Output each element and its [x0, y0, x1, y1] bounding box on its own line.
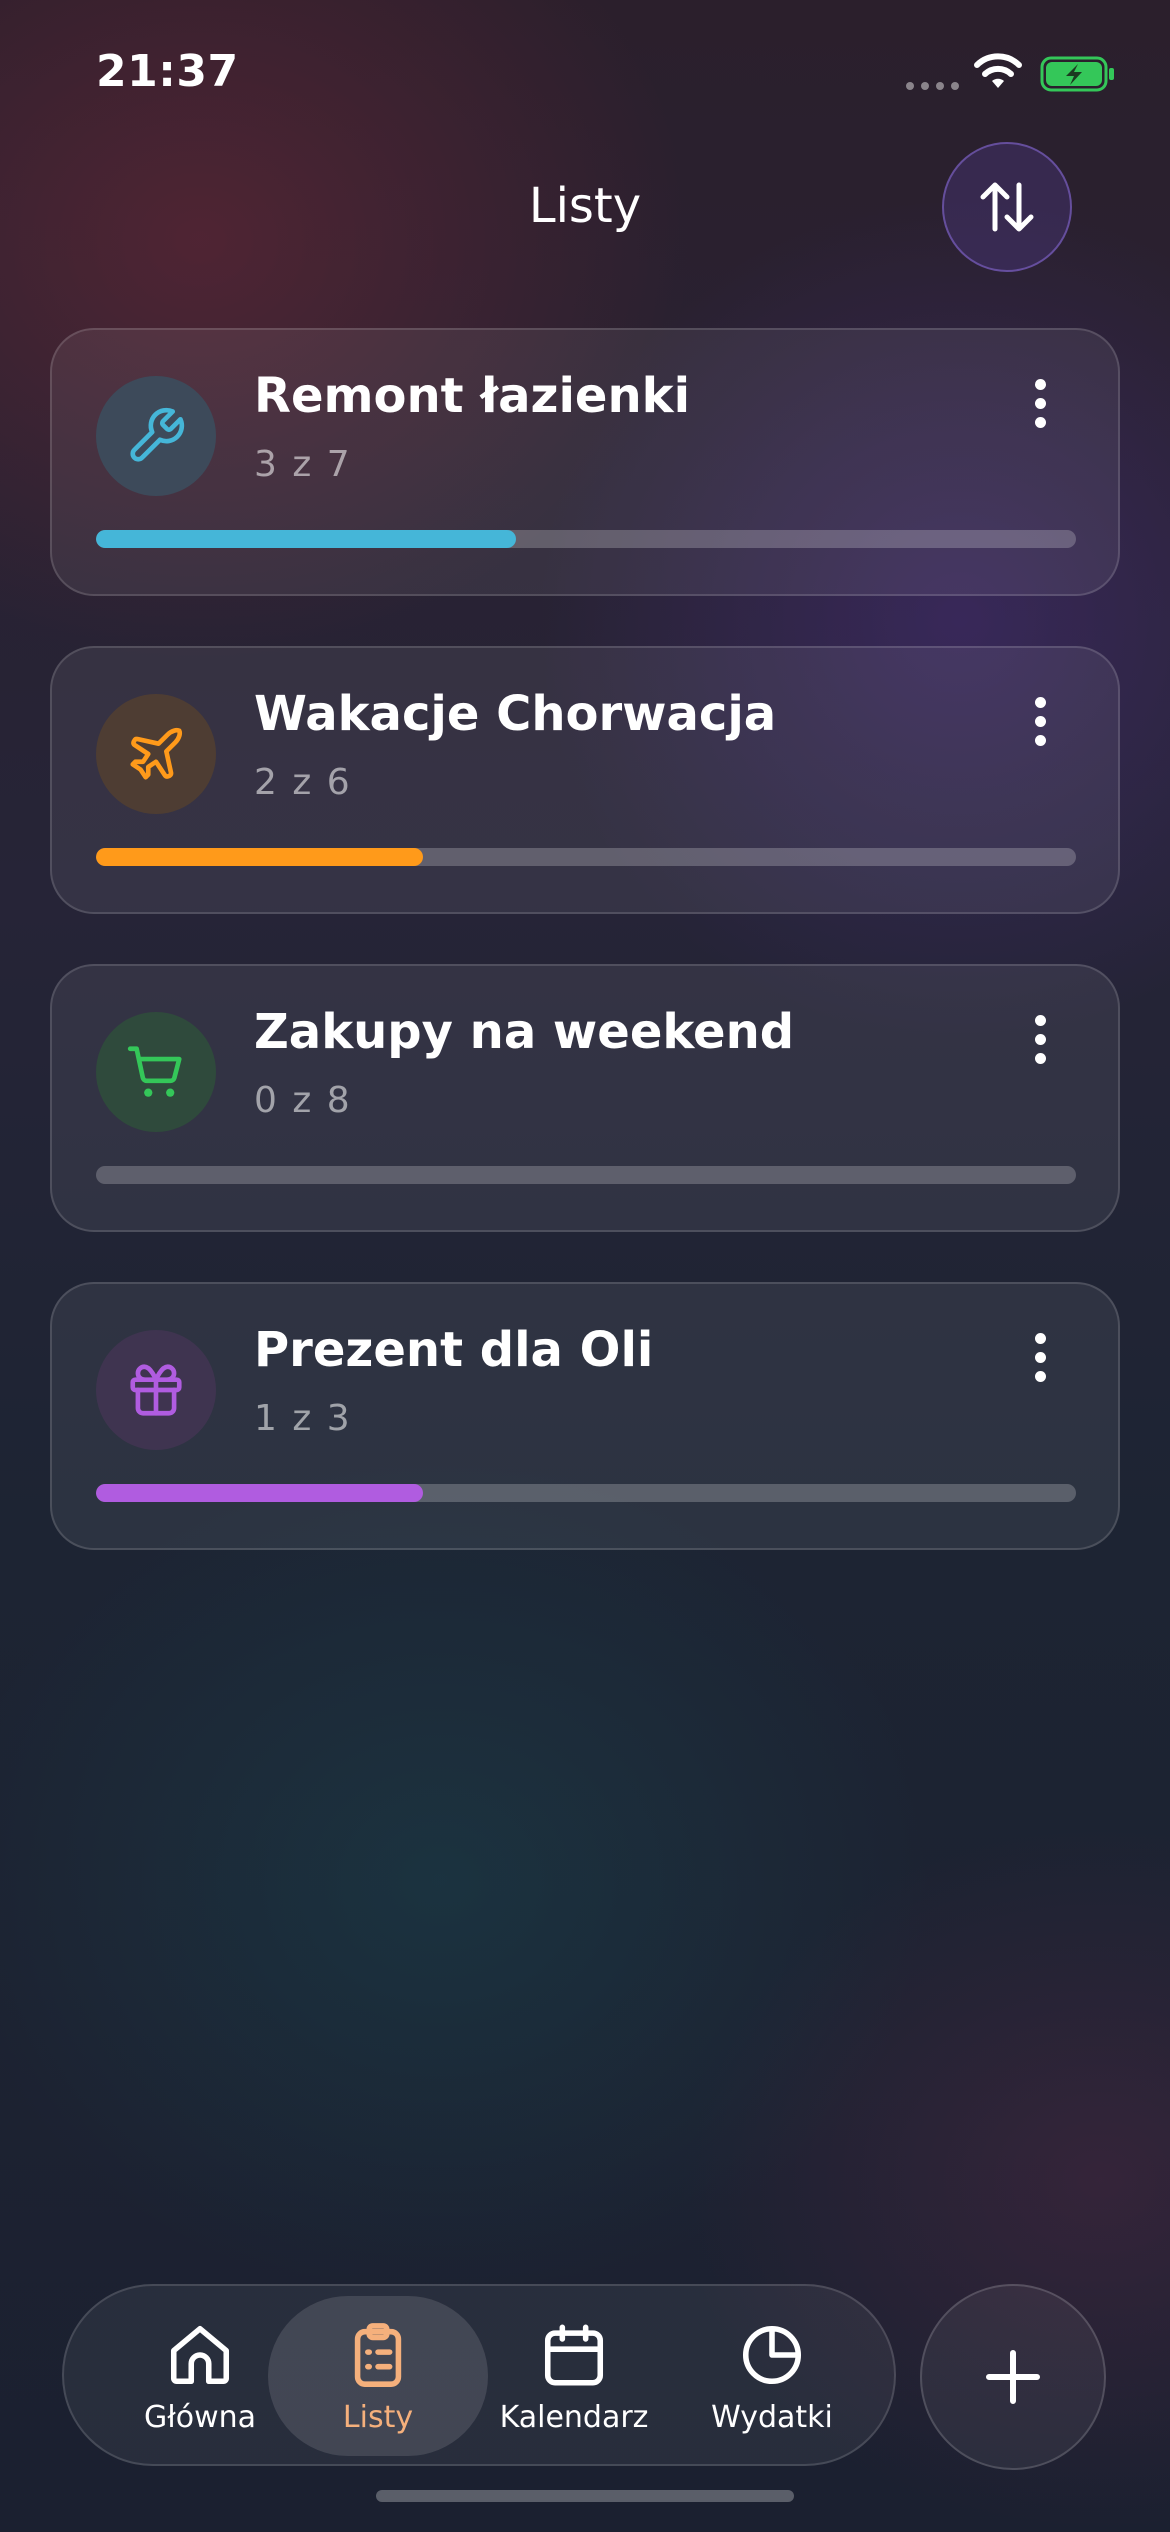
more-options-icon[interactable]	[1012, 1322, 1068, 1392]
list-icon-badge	[96, 376, 216, 496]
calendar-icon	[544, 2324, 604, 2386]
list-progress-count: 3 z 7	[254, 444, 352, 485]
list-progress-count: 2 z 6	[254, 762, 352, 803]
arrows-up-down-icon	[980, 182, 1034, 232]
airplane-icon	[130, 727, 183, 780]
more-options-icon[interactable]	[1012, 368, 1068, 438]
list-title: Remont łazienki	[254, 368, 691, 424]
list-card[interactable]: Remont łazienki 3 z 7	[50, 328, 1120, 596]
list-title: Wakacje Chorwacja	[254, 686, 777, 742]
tab-label: Kalendarz	[499, 2400, 649, 2435]
list-icon-badge	[96, 1012, 216, 1132]
progress-bar	[96, 530, 1076, 548]
list-title: Zakupy na weekend	[254, 1004, 795, 1060]
list-icon-badge	[96, 694, 216, 814]
list-progress-count: 0 z 8	[254, 1080, 352, 1121]
list-title: Prezent dla Oli	[254, 1322, 654, 1378]
more-options-icon[interactable]	[1012, 686, 1068, 756]
tab-label: Wydatki	[711, 2400, 833, 2435]
list-card[interactable]: Prezent dla Oli 1 z 3	[50, 1282, 1120, 1550]
wrench-icon	[130, 407, 185, 462]
progress-fill	[96, 530, 516, 548]
progress-bar	[96, 1484, 1076, 1502]
progress-bar	[96, 848, 1076, 866]
status-bar: 21:37	[0, 0, 1170, 140]
cart-icon	[127, 1046, 182, 1097]
add-list-button[interactable]	[920, 2284, 1106, 2470]
pie-chart-icon	[743, 2325, 802, 2384]
tab-label: Listy	[342, 2400, 414, 2435]
home-icon	[170, 2325, 230, 2385]
list-icon-badge	[96, 1330, 216, 1450]
tab-lists[interactable]: Listy	[268, 2296, 488, 2456]
tab-calendar[interactable]: Kalendarz	[476, 2296, 672, 2456]
cellular-signal-icon	[906, 82, 959, 90]
clipboard-icon	[354, 2323, 402, 2387]
battery-charging-icon	[1040, 56, 1114, 92]
home-indicator	[376, 2490, 794, 2502]
list-card[interactable]: Zakupy na weekend 0 z 8	[50, 964, 1120, 1232]
tab-bar: Główna Listy Kalendarz Wydatki	[62, 2284, 896, 2466]
gift-icon	[130, 1364, 182, 1416]
progress-fill	[96, 848, 423, 866]
tab-expenses[interactable]: Wydatki	[674, 2296, 870, 2456]
list-card[interactable]: Wakacje Chorwacja 2 z 6	[50, 646, 1120, 914]
list-progress-count: 1 z 3	[254, 1398, 352, 1439]
status-time: 21:37	[96, 46, 239, 97]
plus-icon	[986, 2350, 1040, 2404]
sort-button[interactable]	[942, 142, 1072, 272]
progress-fill	[96, 1484, 423, 1502]
wifi-icon	[974, 53, 1022, 88]
progress-bar	[96, 1166, 1076, 1184]
more-options-icon[interactable]	[1012, 1004, 1068, 1074]
